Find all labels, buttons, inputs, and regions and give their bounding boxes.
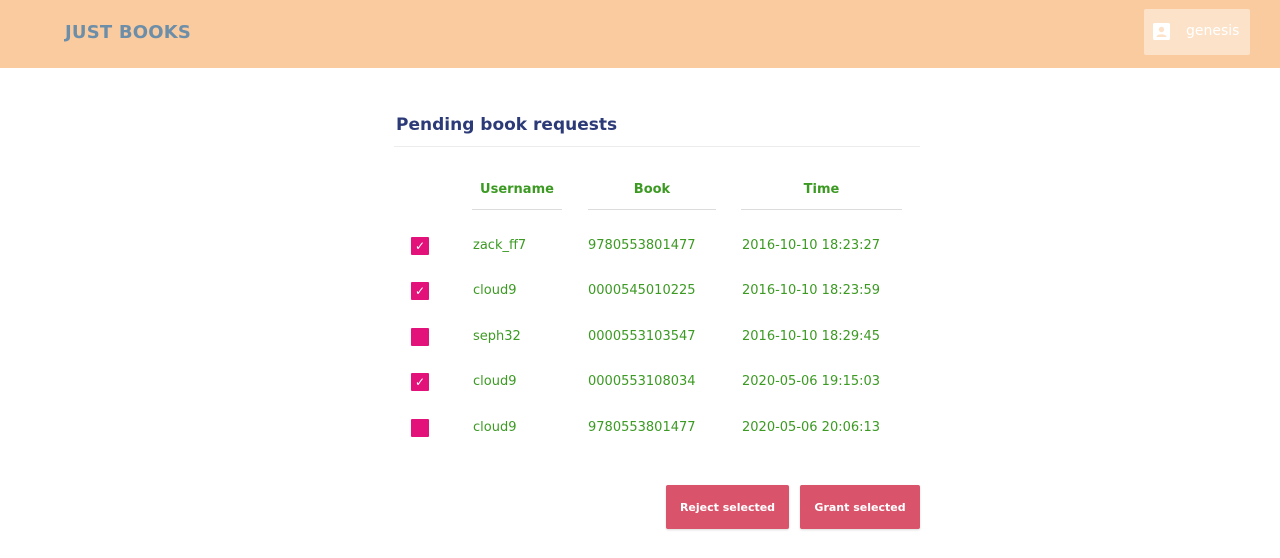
book-cell: 0000553108034 — [588, 374, 696, 389]
book-cell: 0000553103547 — [588, 329, 696, 344]
title-divider — [394, 146, 920, 147]
row-checkbox[interactable]: ✓ — [411, 282, 429, 300]
check-icon: ✓ — [414, 239, 426, 253]
top-navbar: JUST BOOKS genesis — [0, 0, 1280, 68]
check-icon: ✓ — [414, 375, 426, 389]
brand-logo[interactable]: JUST BOOKS — [65, 22, 191, 43]
time-cell: 2020-05-06 19:15:03 — [742, 374, 881, 389]
column-header-username: Username — [472, 182, 562, 210]
account-box-icon — [1153, 23, 1170, 40]
book-cell: 9780553801477 — [588, 420, 696, 435]
page-title: Pending book requests — [396, 115, 618, 135]
row-checkbox[interactable]: ✓ — [411, 237, 429, 255]
table-row: ✓ zack_ff7 9780553801477 2016-10-10 18:2… — [0, 236, 1280, 256]
time-cell: 2016-10-10 18:23:59 — [742, 283, 881, 298]
grant-selected-button[interactable]: Grant selected — [800, 485, 920, 529]
table-row: ✓ seph32 0000553103547 2016-10-10 18:29:… — [0, 327, 1280, 347]
time-cell: 2016-10-10 18:29:45 — [742, 329, 881, 344]
table-row: ✓ cloud9 0000545010225 2016-10-10 18:23:… — [0, 281, 1280, 301]
username-cell: cloud9 — [473, 374, 517, 389]
username-cell: seph32 — [473, 329, 521, 344]
book-cell: 0000545010225 — [588, 283, 696, 298]
user-menu-button[interactable]: genesis — [1144, 9, 1250, 55]
table-row: ✓ cloud9 0000553108034 2020-05-06 19:15:… — [0, 372, 1280, 392]
row-checkbox[interactable]: ✓ — [411, 419, 429, 437]
reject-selected-button[interactable]: Reject selected — [666, 485, 789, 529]
book-cell: 9780553801477 — [588, 238, 696, 253]
column-header-book: Book — [588, 182, 716, 210]
username-cell: zack_ff7 — [473, 238, 527, 253]
table-row: ✓ cloud9 9780553801477 2020-05-06 20:06:… — [0, 418, 1280, 438]
time-cell: 2016-10-10 18:23:27 — [742, 238, 881, 253]
row-checkbox[interactable]: ✓ — [411, 373, 429, 391]
username-cell: cloud9 — [473, 420, 517, 435]
column-header-time: Time — [741, 182, 902, 210]
username-label: genesis — [1186, 23, 1240, 39]
check-icon: ✓ — [414, 284, 426, 298]
row-checkbox[interactable]: ✓ — [411, 328, 429, 346]
username-cell: cloud9 — [473, 283, 517, 298]
time-cell: 2020-05-06 20:06:13 — [742, 420, 881, 435]
